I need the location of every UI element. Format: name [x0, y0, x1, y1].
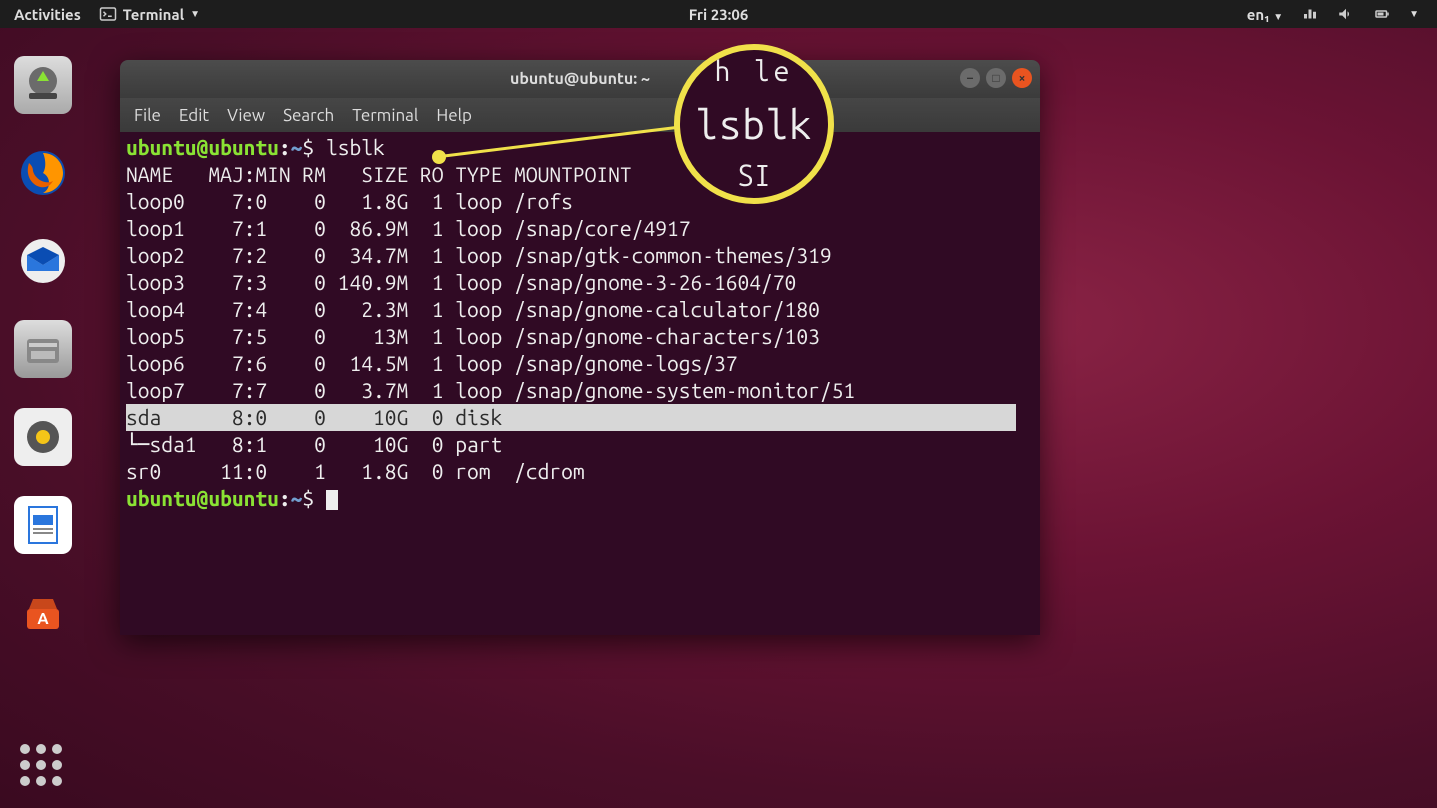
close-button[interactable]: × — [1012, 68, 1032, 88]
activities-button[interactable]: Activities — [14, 6, 81, 23]
menu-edit[interactable]: Edit — [179, 106, 209, 125]
table-row: loop7 7:7 0 3.7M 1 loop /snap/gnome-syst… — [126, 378, 855, 402]
table-row: loop0 7:0 0 1.8G 1 loop /rofs — [126, 189, 573, 213]
table-row: sr0 11:0 1 1.8G 0 rom /cdrom — [126, 459, 585, 483]
terminal-icon — [99, 5, 117, 23]
table-row-highlighted: sda 8:0 0 10G 0 disk — [126, 404, 1016, 431]
network-icon[interactable] — [1301, 5, 1319, 23]
firefox-icon[interactable] — [14, 144, 72, 202]
cursor-icon — [326, 490, 338, 510]
prompt-path: ~ — [291, 486, 303, 510]
table-row: loop5 7:5 0 13M 1 loop /snap/gnome-chara… — [126, 324, 820, 348]
chevron-down-icon: ▼ — [1273, 11, 1283, 22]
prompt-sigil: $ — [302, 486, 314, 510]
prompt-sep: : — [279, 486, 291, 510]
chevron-down-icon[interactable]: ▼ — [1409, 8, 1419, 20]
table-row: loop3 7:3 0 140.9M 1 loop /snap/gnome-3-… — [126, 270, 796, 294]
menu-terminal[interactable]: Terminal — [352, 106, 418, 125]
dock: A — [0, 28, 86, 808]
prompt-sigil: $ — [302, 135, 314, 159]
app-indicator-label: Terminal — [123, 6, 184, 23]
prompt-sep: : — [279, 135, 291, 159]
rhythmbox-icon[interactable] — [14, 408, 72, 466]
language-label: en₁ — [1247, 6, 1270, 23]
thunderbird-icon[interactable] — [14, 232, 72, 290]
table-row: loop4 7:4 0 2.3M 1 loop /snap/gnome-calc… — [126, 297, 820, 321]
magnifier-text-main: lsblk — [696, 102, 813, 147]
show-applications-button[interactable] — [20, 744, 62, 786]
terminal-window: ubuntu@ubuntu: ~ – □ × File Edit View Se… — [120, 60, 1040, 635]
files-icon[interactable] — [14, 320, 72, 378]
battery-icon[interactable] — [1373, 5, 1391, 23]
menu-search[interactable]: Search — [283, 106, 334, 125]
app-indicator[interactable]: Terminal ▼ — [99, 5, 200, 23]
command-text: lsblk — [326, 135, 385, 159]
window-titlebar[interactable]: ubuntu@ubuntu: ~ – □ × — [120, 60, 1040, 98]
window-title: ubuntu@ubuntu: ~ — [510, 70, 650, 88]
chevron-down-icon: ▼ — [190, 8, 200, 20]
terminal-body[interactable]: ubuntu@ubuntu:~$ lsblk NAME MAJ:MIN RM S… — [120, 132, 1040, 514]
clock[interactable]: Fri 23:06 — [689, 6, 749, 23]
libreoffice-writer-icon[interactable] — [14, 496, 72, 554]
table-row: └─sda1 8:1 0 10G 0 part — [126, 432, 514, 456]
maximize-button[interactable]: □ — [986, 68, 1006, 88]
language-indicator[interactable]: en₁ ▼ — [1247, 6, 1283, 23]
prompt-user: ubuntu@ubuntu — [126, 486, 279, 510]
minimize-button[interactable]: – — [960, 68, 980, 88]
lsblk-header: NAME MAJ:MIN RM SIZE RO TYPE MOUNTPOINT — [126, 162, 632, 186]
menubar: File Edit View Search Terminal Help — [120, 98, 1040, 132]
prompt-path: ~ — [291, 135, 303, 159]
volume-icon[interactable] — [1337, 5, 1355, 23]
table-row: loop1 7:1 0 86.9M 1 loop /snap/core/4917 — [126, 216, 690, 240]
table-row: loop6 7:6 0 14.5M 1 loop /snap/gnome-log… — [126, 351, 738, 375]
menu-view[interactable]: View — [227, 106, 265, 125]
menu-file[interactable]: File — [134, 106, 161, 125]
magnifier-text-top: h le — [715, 56, 794, 87]
table-row: loop2 7:2 0 34.7M 1 loop /snap/gtk-commo… — [126, 243, 832, 267]
magnifier-text-bottom: SI — [737, 158, 771, 192]
installer-icon[interactable] — [14, 56, 72, 114]
ubuntu-software-icon[interactable]: A — [14, 584, 72, 642]
magnifier-callout: h le lsblk SI — [674, 44, 834, 204]
prompt-user: ubuntu@ubuntu — [126, 135, 279, 159]
menu-help[interactable]: Help — [436, 106, 472, 125]
svg-text:A: A — [37, 610, 49, 628]
gnome-topbar: Activities Terminal ▼ Fri 23:06 en₁ ▼ ▼ — [0, 0, 1437, 28]
